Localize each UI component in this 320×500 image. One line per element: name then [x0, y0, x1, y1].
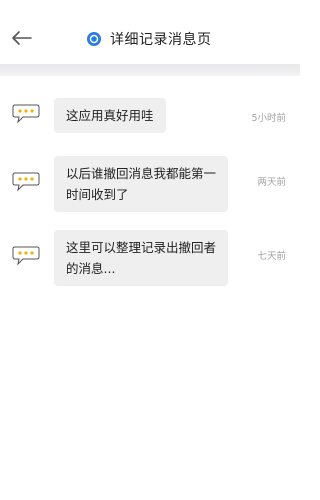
message-item[interactable]: 以后谁撤回消息我都能第一时间收到了 两天前 — [0, 154, 300, 212]
back-button[interactable] — [8, 26, 36, 50]
chat-bubble-icon — [12, 172, 40, 192]
header-title-group: 详细记录消息页 — [86, 28, 212, 50]
message-time: 七天前 — [257, 251, 286, 262]
message-bubble: 以后谁撤回消息我都能第一时间收到了 — [54, 156, 228, 212]
page-title: 详细记录消息页 — [110, 32, 212, 48]
header-bar: 详细记录消息页 — [0, 0, 300, 64]
back-arrow-icon — [12, 31, 32, 45]
message-text: 这里可以整理记录出撤回者的消息... — [66, 240, 217, 276]
record-icon — [86, 31, 102, 47]
detail-message-screen: 详细记录消息页 这应用真好用哇 5小时前 以后谁撤回消息我都能第一时间收到了 两… — [0, 0, 300, 500]
header-divider — [0, 64, 300, 76]
chat-bubble-icon — [12, 104, 40, 124]
chat-bubble-icon — [12, 246, 40, 266]
message-time: 5小时前 — [251, 113, 286, 124]
message-item[interactable]: 这里可以整理记录出撤回者的消息... 七天前 — [0, 228, 300, 286]
message-bubble: 这里可以整理记录出撤回者的消息... — [54, 230, 228, 286]
message-text: 这应用真好用哇 — [66, 108, 154, 123]
message-text: 以后谁撤回消息我都能第一时间收到了 — [66, 166, 217, 202]
message-item[interactable]: 这应用真好用哇 5小时前 — [0, 96, 300, 136]
message-time: 两天前 — [257, 177, 286, 188]
message-bubble: 这应用真好用哇 — [54, 98, 166, 133]
